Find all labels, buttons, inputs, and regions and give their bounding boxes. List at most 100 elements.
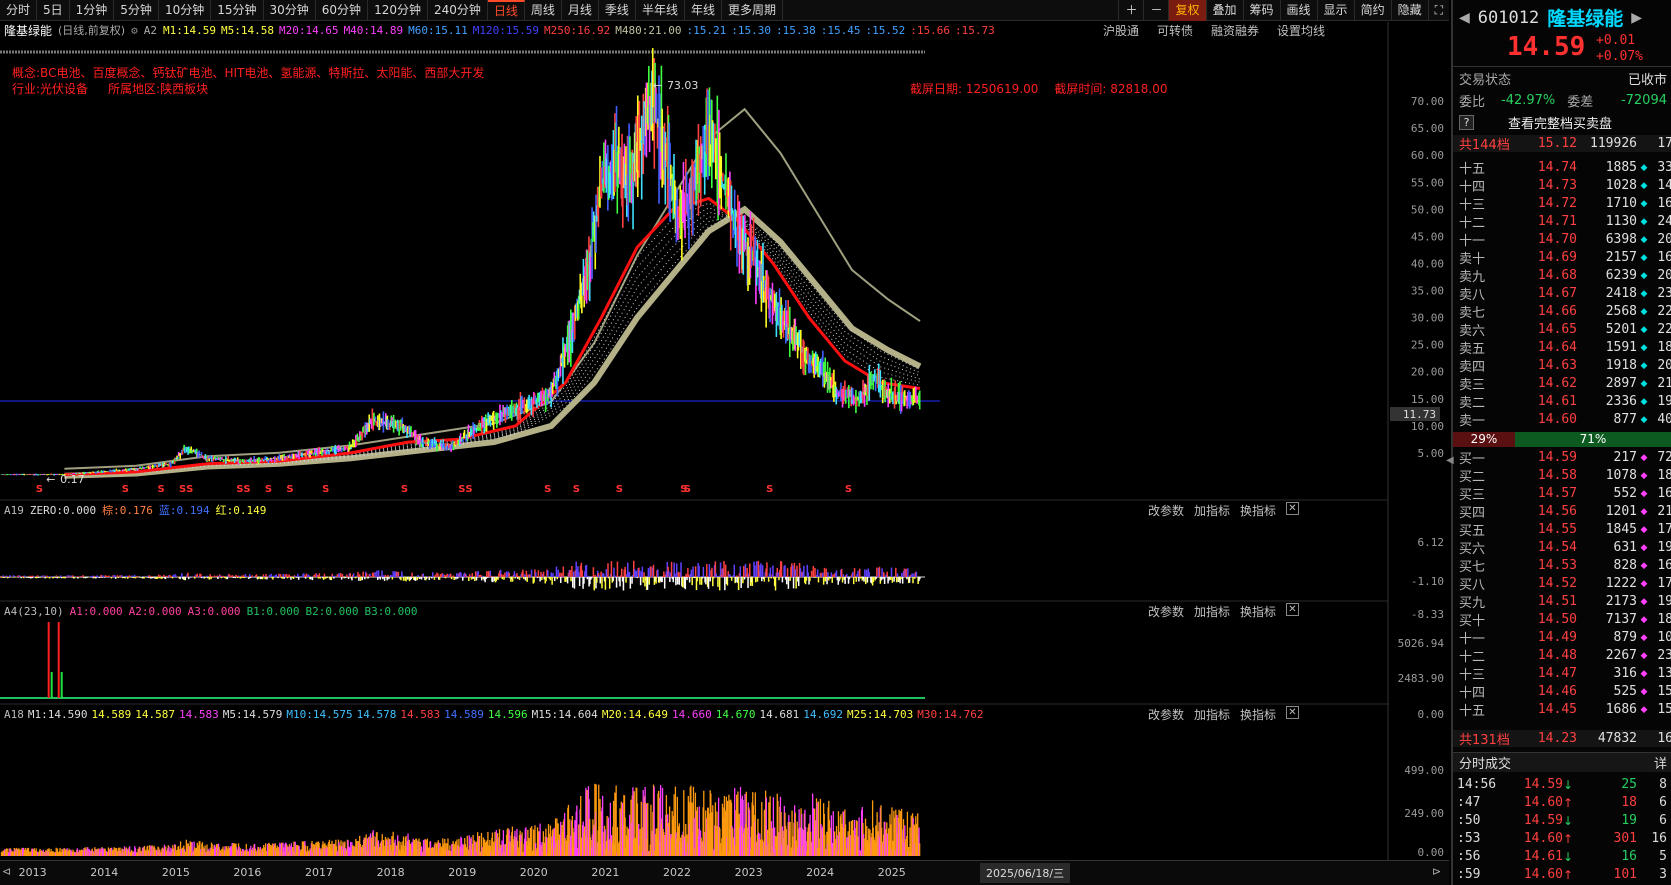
bid-row[interactable]: 买十 14.50 7137 ◆ 18 bbox=[1453, 611, 1671, 629]
expand-icon[interactable]: ⛶ bbox=[1427, 0, 1449, 21]
sub2-tick-2: 0.00 bbox=[1418, 708, 1445, 721]
ask-row[interactable]: 十三 14.72 1710 ◆ 16 bbox=[1453, 195, 1671, 213]
period-tab-8[interactable]: 120分钟 bbox=[368, 0, 428, 21]
ask-row[interactable]: 卖二 14.61 2336 ◆ 19 bbox=[1453, 393, 1671, 411]
sub3-switch-indicator[interactable]: 换指标 bbox=[1240, 706, 1276, 723]
help-icon[interactable]: ? bbox=[1459, 115, 1474, 130]
period-tab-3[interactable]: 5分钟 bbox=[114, 0, 159, 21]
period-tab-1[interactable]: 5日 bbox=[37, 0, 70, 21]
ask-row[interactable]: 十二 14.71 1130 ◆ 24 bbox=[1453, 213, 1671, 231]
bid-price: 14.58 bbox=[1537, 468, 1577, 483]
period-tab-13[interactable]: 季线 bbox=[599, 0, 636, 21]
scroll-right-icon[interactable]: ⊳ bbox=[1432, 865, 1441, 878]
bid-row[interactable]: 十一 14.49 879 ◆ 10 bbox=[1453, 629, 1671, 647]
sub2-close-icon[interactable]: ✕ bbox=[1286, 603, 1299, 616]
collapse-panel-icon[interactable]: ◀ bbox=[1446, 455, 1454, 466]
time-axis[interactable]: ⊲ 2013 2014 2015 2016 2017 2018 2019 2020 2021 20… bbox=[0, 860, 1449, 885]
bid-row[interactable]: 买六 14.54 631 ◆ 19 bbox=[1453, 539, 1671, 557]
signal-s-marker: S bbox=[36, 484, 43, 495]
plus-icon[interactable]: ＋ bbox=[1118, 0, 1143, 21]
sub1-close-icon[interactable]: ✕ bbox=[1286, 502, 1299, 515]
period-tab-11[interactable]: 周线 bbox=[525, 0, 562, 21]
sub2-switch-indicator[interactable]: 换指标 bbox=[1240, 603, 1276, 620]
ask-row[interactable]: 卖七 14.66 2568 ◆ 22 bbox=[1453, 303, 1671, 321]
bid-volume: 552 bbox=[1613, 486, 1637, 501]
next-stock-icon[interactable]: ▶ bbox=[1631, 10, 1642, 26]
toolbar-btn-4[interactable]: 显示 bbox=[1316, 0, 1354, 21]
bid-level: 买一 bbox=[1459, 452, 1486, 467]
full-book-row[interactable]: ? 查看完整档买卖盘 bbox=[1453, 113, 1671, 132]
ask-row[interactable]: 卖五 14.64 1591 ◆ 18 bbox=[1453, 339, 1671, 357]
sub3-close-icon[interactable]: ✕ bbox=[1286, 706, 1299, 719]
candlestick-chart[interactable]: 70.00 65.00 60.00 55.00 50.00 45.00 40.00 35.00… bbox=[0, 22, 1449, 860]
period-tab-6[interactable]: 30分钟 bbox=[264, 0, 316, 21]
ask-row[interactable]: 卖十 14.69 2157 ◆ 16 bbox=[1453, 249, 1671, 267]
bid-row[interactable]: 买九 14.51 2173 ◆ 19 bbox=[1453, 593, 1671, 611]
ask-row[interactable]: 十一 14.70 6398 ◆ 20 bbox=[1453, 231, 1671, 249]
bid-row[interactable]: 十四 14.46 525 ◆ 15 bbox=[1453, 683, 1671, 701]
bid-row[interactable]: 买三 14.57 552 ◆ 16 bbox=[1453, 485, 1671, 503]
sub2-add-indicator[interactable]: 加指标 bbox=[1194, 603, 1230, 620]
ask-row[interactable]: 卖九 14.68 6239 ◆ 20 bbox=[1453, 267, 1671, 285]
y-tick-7: 35.00 bbox=[1411, 285, 1444, 298]
ask-row[interactable]: 卖四 14.63 1918 ◆ 20 bbox=[1453, 357, 1671, 375]
bid-count: 16 bbox=[1657, 558, 1671, 573]
toolbar-btn-2[interactable]: 筹码 bbox=[1242, 0, 1280, 21]
ask-count: 23 bbox=[1657, 286, 1671, 301]
bid-row[interactable]: 买八 14.52 1222 ◆ 17 bbox=[1453, 575, 1671, 593]
toolbar-btn-0[interactable]: 复权 bbox=[1168, 0, 1206, 21]
sub3-p13: 14.670 bbox=[715, 707, 756, 721]
period-tab-4[interactable]: 10分钟 bbox=[159, 0, 212, 21]
sub1-edit-params[interactable]: 改参数 bbox=[1148, 502, 1184, 519]
y-tick-4: 50.00 bbox=[1411, 203, 1444, 216]
ask-volume: 2897 bbox=[1605, 376, 1637, 391]
period-tab-12[interactable]: 月线 bbox=[562, 0, 599, 21]
chart-area[interactable]: 隆基绿能 (日线,前复权) ⚙ A2 M1:14.59 M5:14.58 M20:1… bbox=[0, 22, 1449, 860]
bid-volume: 316 bbox=[1613, 666, 1637, 681]
ask-row[interactable]: 卖六 14.65 5201 ◆ 22 bbox=[1453, 321, 1671, 339]
period-tab-5[interactable]: 15分钟 bbox=[211, 0, 264, 21]
sub1-add-indicator[interactable]: 加指标 bbox=[1194, 502, 1230, 519]
bid-level: 十一 bbox=[1459, 632, 1486, 647]
trades-more[interactable]: 详 bbox=[1654, 753, 1667, 772]
ask-row[interactable]: 卖三 14.62 2897 ◆ 21 bbox=[1453, 375, 1671, 393]
period-tab-16[interactable]: 更多周期 bbox=[722, 0, 783, 21]
bid-row[interactable]: 买五 14.55 1845 ◆ 17 bbox=[1453, 521, 1671, 539]
ask-row[interactable]: 卖八 14.67 2418 ◆ 23 bbox=[1453, 285, 1671, 303]
period-tab-14[interactable]: 半年线 bbox=[636, 0, 685, 21]
year-label-2013: 2013 bbox=[18, 866, 47, 879]
bid-row[interactable]: 买七 14.53 828 ◆ 16 bbox=[1453, 557, 1671, 575]
period-tab-15[interactable]: 年线 bbox=[685, 0, 722, 21]
signal-s-marker: S bbox=[845, 484, 852, 495]
ask-level: 卖十 bbox=[1459, 252, 1486, 267]
toolbar-btn-5[interactable]: 简约 bbox=[1353, 0, 1391, 21]
sub2-edit-params[interactable]: 改参数 bbox=[1148, 603, 1184, 620]
period-tab-9[interactable]: 240分钟 bbox=[428, 0, 488, 21]
sub3-edit-params[interactable]: 改参数 bbox=[1148, 706, 1184, 723]
ask-row[interactable]: 十四 14.73 1028 ◆ 14 bbox=[1453, 177, 1671, 195]
bid-row[interactable]: 十三 14.47 316 ◆ 13 bbox=[1453, 665, 1671, 683]
period-tab-0[interactable]: 分时 bbox=[0, 0, 38, 21]
ask-volume: 6398 bbox=[1605, 232, 1637, 247]
minus-icon[interactable]: － bbox=[1143, 0, 1168, 21]
cursor-date: 2025/06/18/三 bbox=[980, 863, 1071, 883]
period-tab-7[interactable]: 60分钟 bbox=[316, 0, 369, 21]
bid-row[interactable]: 十五 14.45 1686 ◆ 15 bbox=[1453, 701, 1671, 719]
sub3-add-indicator[interactable]: 加指标 bbox=[1194, 706, 1230, 723]
prev-stock-icon[interactable]: ◀ bbox=[1459, 10, 1470, 26]
ask-row[interactable]: 卖一 14.60 877 ◆ 40 bbox=[1453, 411, 1671, 429]
bid-row[interactable]: 买四 14.56 1201 ◆ 21 bbox=[1453, 503, 1671, 521]
bid-row[interactable]: 十二 14.48 2267 ◆ 23 bbox=[1453, 647, 1671, 665]
period-tab-10[interactable]: 日线 bbox=[487, 0, 525, 21]
period-tab-2[interactable]: 1分钟 bbox=[70, 0, 115, 21]
ask-count: 14 bbox=[1657, 178, 1671, 193]
toolbar-btn-6[interactable]: 隐藏 bbox=[1390, 0, 1428, 21]
toolbar-btn-1[interactable]: 叠加 bbox=[1205, 0, 1243, 21]
ask-row[interactable]: 十五 14.74 1885 ◆ 33 bbox=[1453, 159, 1671, 177]
toolbar-btn-3[interactable]: 画线 bbox=[1279, 0, 1317, 21]
scroll-left-icon[interactable]: ⊲ bbox=[2, 865, 11, 878]
bid-row[interactable]: 买二 14.58 1078 ◆ 18 bbox=[1453, 467, 1671, 485]
full-book-link[interactable]: 查看完整档买卖盘 bbox=[1508, 113, 1612, 132]
sub1-switch-indicator[interactable]: 换指标 bbox=[1240, 502, 1276, 519]
bid-row[interactable]: 买一 14.59 217 ◆ 72 bbox=[1453, 449, 1671, 467]
